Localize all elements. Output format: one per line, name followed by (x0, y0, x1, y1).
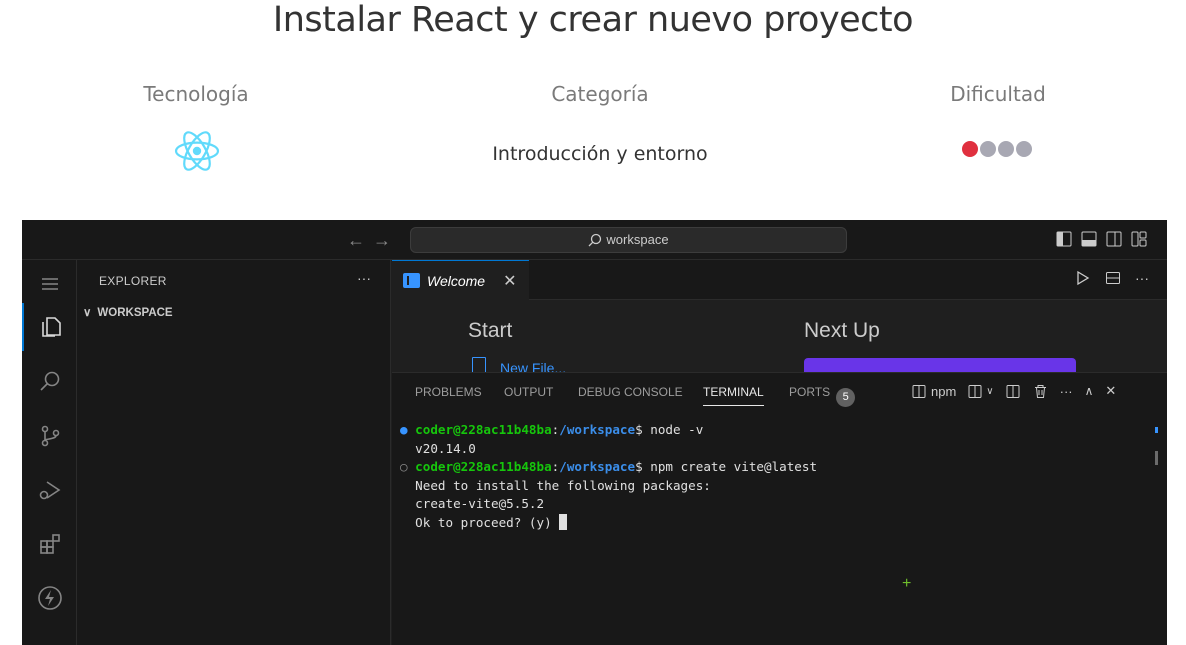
nav-arrows[interactable]: ←→ (347, 230, 399, 251)
menu-icon[interactable] (22, 260, 77, 308)
command-center-search[interactable]: workspace (410, 227, 847, 253)
prompt-path: /workspace (559, 459, 636, 474)
workspace-folder-label: WORKSPACE (97, 307, 173, 319)
trash-icon[interactable] (1033, 384, 1048, 399)
terminal-line: create-vite@5.5.2 (400, 495, 1140, 514)
terminal-cursor (559, 513, 568, 530)
bottom-panel: PROBLEMS OUTPUT DEBUG CONSOLE TERMINAL P… (392, 372, 1167, 645)
new-terminal-icon[interactable] (968, 384, 983, 399)
explorer-more-actions[interactable]: ··· (357, 270, 371, 286)
terminal-line: v20.14.0 (400, 440, 1140, 459)
tab-problems[interactable]: PROBLEMS (415, 385, 482, 399)
toggle-secondary-sidebar-icon[interactable] (1106, 231, 1122, 247)
prompt-user: coder@228ac11b48ba (415, 459, 552, 474)
vscode-window: ←→ workspace EXPLORER ··· ∨ WORKSPACE We… (22, 220, 1167, 645)
terminal-line: Ok to proceed? (y) (400, 513, 1140, 533)
category-label: Categoría (551, 82, 649, 106)
difficulty-dots (962, 141, 1032, 157)
crosshair-icon: + (902, 575, 912, 592)
source-control-icon[interactable] (22, 412, 77, 460)
terminal-scrollbar[interactable] (1154, 427, 1158, 465)
welcome-icon (403, 273, 420, 288)
prompt-path: /workspace (559, 422, 636, 437)
explorer-title: EXPLORER (99, 274, 167, 288)
ports-count-badge: 5 (836, 388, 856, 407)
split-terminal-icon[interactable] (1006, 384, 1021, 399)
terminal-line: Need to install the following packages: (400, 477, 1140, 496)
tab-ports-label: PORTS (789, 385, 831, 399)
terminal-output-text: create-vite@5.5.2 (415, 496, 545, 511)
terminal-output[interactable]: ● coder@228ac11b48ba:/workspace$ node -v… (400, 421, 1140, 532)
more-actions-icon[interactable]: ··· (1135, 270, 1149, 286)
tab-welcome-label: Welcome (427, 272, 486, 289)
difficulty-dot (1016, 141, 1032, 157)
terminal-line: ● coder@228ac11b48ba:/workspace$ node -v (400, 422, 704, 437)
search-text: workspace (606, 232, 669, 247)
tab-welcome[interactable]: Welcome ✕ (392, 260, 529, 300)
welcome-start-heading: Start (468, 319, 513, 342)
explorer-sidebar: EXPLORER ··· ∨ WORKSPACE (77, 260, 391, 645)
title-bar: ←→ workspace (22, 220, 1167, 260)
page-title: Instalar React y crear nuevo proyecto (272, 0, 914, 40)
editor-area: Welcome ✕ ··· Start New File... Next Up … (392, 260, 1167, 645)
more-actions-icon[interactable]: ··· (1060, 384, 1073, 399)
workspace-folder[interactable]: ∨ WORKSPACE (83, 305, 173, 319)
panel-tabs: PROBLEMS OUTPUT DEBUG CONSOLE TERMINAL P… (392, 373, 1167, 411)
difficulty-label: Dificultad (950, 82, 1046, 106)
pending-dot-icon: ○ (400, 459, 416, 474)
run-icon[interactable] (1075, 270, 1091, 286)
tab-output[interactable]: OUTPUT (504, 385, 553, 399)
chevron-down-icon: ∨ (83, 307, 92, 319)
prompt-user: coder@228ac11b48ba (415, 422, 552, 437)
close-icon[interactable]: ✕ (503, 271, 516, 291)
difficulty-dot (980, 141, 996, 157)
editor-tabs: Welcome ✕ ··· (392, 260, 1167, 300)
search-icon[interactable] (22, 358, 77, 406)
terminal-icon[interactable] (912, 384, 927, 399)
toggle-sidebar-icon[interactable] (1056, 231, 1072, 247)
terminal-output-text: v20.14.0 (415, 440, 476, 456)
toggle-panel-icon[interactable] (1081, 231, 1097, 247)
close-icon[interactable]: ✕ (1105, 383, 1116, 399)
terminal-command: node -v (650, 422, 704, 437)
split-editor-icon[interactable] (1105, 270, 1121, 286)
technology-label: Tecnología (143, 82, 249, 106)
extensions-icon[interactable] (22, 520, 77, 568)
run-debug-icon[interactable] (22, 466, 77, 514)
lightning-icon[interactable] (22, 574, 77, 622)
activity-bar (22, 260, 77, 645)
chevron-down-icon[interactable]: ∨ (986, 386, 993, 397)
difficulty-dot (962, 141, 978, 157)
terminal-command: npm create vite@latest (650, 459, 818, 474)
terminal-name[interactable]: npm (931, 384, 956, 399)
welcome-next-up-heading: Next Up (804, 319, 880, 342)
react-logo-icon (174, 131, 220, 171)
explorer-icon[interactable] (22, 303, 77, 351)
search-icon (588, 233, 602, 247)
tab-terminal[interactable]: TERMINAL (703, 385, 764, 406)
terminal-line: ○ coder@228ac11b48ba:/workspace$ npm cre… (400, 459, 818, 474)
terminal-prompt-text: Ok to proceed? (y) (415, 514, 560, 530)
terminal-output-text: Need to install the following packages: (415, 477, 711, 493)
difficulty-dot (998, 141, 1014, 157)
maximize-panel-icon[interactable]: ∧ (1085, 384, 1094, 398)
tab-ports[interactable]: PORTS 5 (789, 385, 856, 407)
customize-layout-icon[interactable] (1131, 231, 1147, 247)
tab-debug-console[interactable]: DEBUG CONSOLE (578, 385, 683, 399)
success-dot-icon: ● (400, 422, 416, 437)
category-value: Introducción y entorno (492, 143, 708, 165)
